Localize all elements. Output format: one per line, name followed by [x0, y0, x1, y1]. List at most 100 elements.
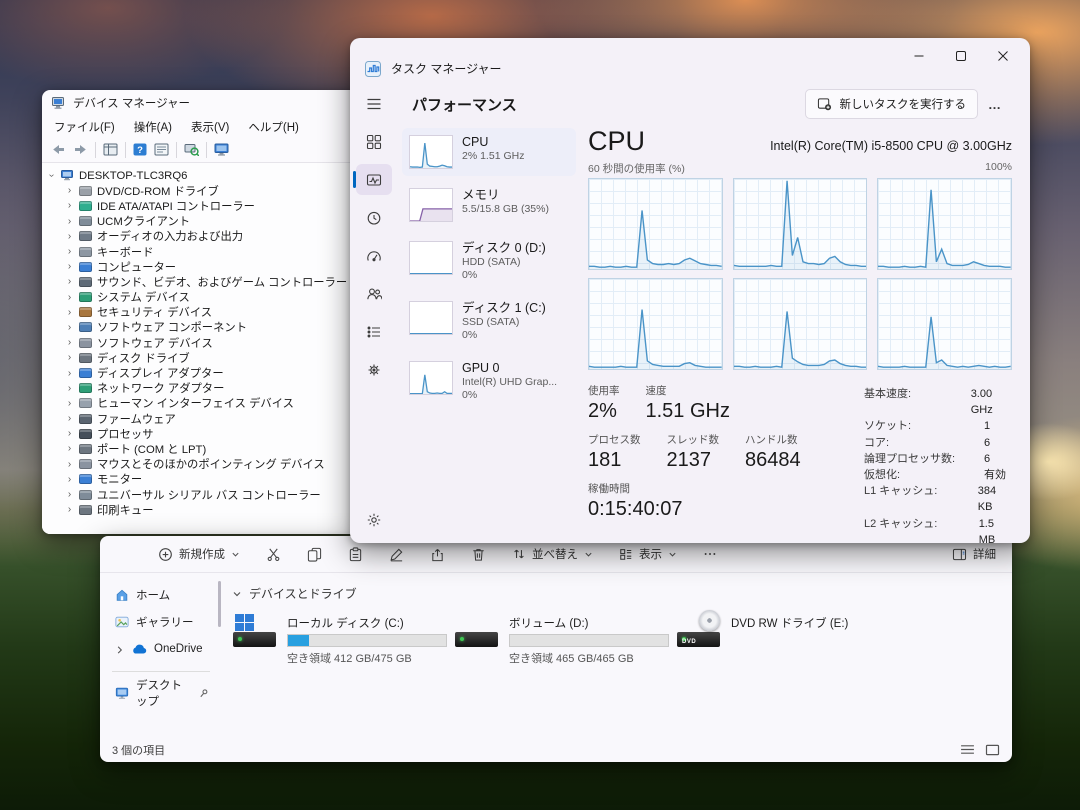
- scan-hardware-icon[interactable]: [184, 143, 199, 156]
- chevron-expanded-icon[interactable]: ›: [47, 171, 56, 180]
- chevron-collapsed-icon[interactable]: ›: [65, 338, 74, 347]
- tree-item[interactable]: ›ファームウェア: [47, 411, 375, 426]
- drive-item[interactable]: ボリューム (D:)空き領域 465 GB/465 GB: [454, 614, 676, 666]
- chevron-collapsed-icon[interactable]: ›: [65, 217, 74, 226]
- tree-root-row[interactable]: ›DESKTOP-TLC3RQ6: [47, 168, 375, 183]
- tree-item[interactable]: ›ディスプレイ アダプター: [47, 365, 375, 380]
- tree-item[interactable]: ›IDE ATA/ATAPI コントローラー: [47, 198, 375, 213]
- devices-and-drives-section-header[interactable]: デバイスとドライブ: [232, 585, 1002, 602]
- new-button[interactable]: 新規作成: [158, 546, 240, 562]
- close-icon[interactable]: [982, 41, 1024, 71]
- hamburger-icon[interactable]: [356, 88, 392, 119]
- properties-icon[interactable]: [154, 143, 169, 156]
- sidebar-item-デスクトップ[interactable]: デスクトップ: [112, 681, 212, 705]
- chevron-collapsed-icon[interactable]: ›: [65, 414, 74, 423]
- tree-item[interactable]: ›ユニバーサル シリアル バス コントローラー: [47, 487, 375, 502]
- chevron-collapsed-icon[interactable]: ›: [65, 353, 74, 362]
- logical-processor-graphs[interactable]: [588, 178, 1012, 370]
- chevron-collapsed-icon[interactable]: ›: [65, 460, 74, 469]
- help-icon[interactable]: ?: [133, 143, 147, 156]
- tree-item[interactable]: ›ディスク ドライブ: [47, 350, 375, 365]
- back-icon[interactable]: [51, 143, 66, 156]
- perf-item-GPU-0[interactable]: GPU 0Intel(R) UHD Grap...0%: [402, 354, 576, 409]
- list-view-icon[interactable]: [960, 744, 975, 755]
- cut-button[interactable]: [266, 547, 281, 562]
- tree-item[interactable]: ›DVD/CD-ROM ドライブ: [47, 183, 375, 198]
- chevron-collapsed-icon[interactable]: ›: [65, 505, 74, 514]
- copy-button[interactable]: [307, 547, 322, 562]
- chevron-collapsed-icon[interactable]: ›: [65, 262, 74, 271]
- tree-item[interactable]: ›サウンド、ビデオ、およびゲーム コントローラー: [47, 274, 375, 289]
- sidebar-services-icon[interactable]: [356, 354, 392, 385]
- sidebar-app-history-icon[interactable]: [356, 202, 392, 233]
- tree-item[interactable]: ›オーディオの入力および出力: [47, 229, 375, 244]
- tree-item[interactable]: ›ポート (COM と LPT): [47, 441, 375, 456]
- tree-item[interactable]: ›ソフトウェア デバイス: [47, 335, 375, 350]
- details-pane-button[interactable]: 詳細: [952, 546, 996, 562]
- tree-item[interactable]: ›マウスとそのほかのポインティング デバイス: [47, 457, 375, 472]
- menu-item-3[interactable]: ヘルプ(H): [248, 119, 298, 135]
- menu-item-1[interactable]: 操作(A): [134, 119, 172, 135]
- sidebar-details-icon[interactable]: [356, 316, 392, 347]
- delete-button[interactable]: [471, 547, 486, 562]
- chevron-right-icon[interactable]: [115, 645, 124, 654]
- chevron-collapsed-icon[interactable]: ›: [65, 444, 74, 453]
- paste-button[interactable]: [348, 547, 363, 562]
- tree-item[interactable]: ›ネットワーク アダプター: [47, 381, 375, 396]
- sidebar-scrollbar[interactable]: [218, 581, 221, 627]
- chevron-collapsed-icon[interactable]: ›: [65, 429, 74, 438]
- chevron-collapsed-icon[interactable]: ›: [65, 384, 74, 393]
- menu-item-2[interactable]: 表示(V): [191, 119, 229, 135]
- chevron-collapsed-icon[interactable]: ›: [65, 232, 74, 241]
- chevron-collapsed-icon[interactable]: ›: [65, 490, 74, 499]
- tree-item[interactable]: ›システム デバイス: [47, 290, 375, 305]
- perf-item-ディスク-1-(C:)[interactable]: ディスク 1 (C:)SSD (SATA)0%: [402, 294, 576, 349]
- share-icon[interactable]: [430, 547, 445, 562]
- sidebar-performance-icon[interactable]: [356, 164, 392, 195]
- rename-button[interactable]: [389, 547, 404, 562]
- sidebar-item-OneDrive[interactable]: OneDrive: [112, 637, 212, 661]
- chevron-collapsed-icon[interactable]: ›: [65, 293, 74, 302]
- sidebar-item-ホーム[interactable]: ホーム: [112, 583, 212, 607]
- drive-item[interactable]: ローカル ディスク (C:)空き領域 412 GB/475 GB: [232, 614, 454, 666]
- console-tree-icon[interactable]: [103, 143, 118, 156]
- chevron-collapsed-icon[interactable]: ›: [65, 201, 74, 210]
- sidebar-users-icon[interactable]: [356, 278, 392, 309]
- tree-item[interactable]: ›セキュリティ デバイス: [47, 305, 375, 320]
- sidebar-item-ギャラリー[interactable]: ギャラリー: [112, 610, 212, 634]
- tree-item[interactable]: ›プロセッサ: [47, 426, 375, 441]
- chevron-collapsed-icon[interactable]: ›: [65, 277, 74, 286]
- forward-icon[interactable]: [73, 143, 88, 156]
- sidebar-splitter[interactable]: [214, 573, 224, 737]
- chevron-collapsed-icon[interactable]: ›: [65, 475, 74, 484]
- task-manager-titlebar[interactable]: タスク マネージャー: [350, 38, 1030, 84]
- view-button[interactable]: 表示: [619, 546, 677, 562]
- device-manager-titlebar[interactable]: デバイス マネージャー: [42, 90, 375, 116]
- tree-item[interactable]: ›ヒューマン インターフェイス デバイス: [47, 396, 375, 411]
- drive-item[interactable]: DVDDVD RW ドライブ (E:): [676, 614, 896, 666]
- sidebar-processes-icon[interactable]: [356, 126, 392, 157]
- sidebar-startup-apps-icon[interactable]: [356, 240, 392, 271]
- maximize-icon[interactable]: [940, 41, 982, 71]
- settings-gear-icon[interactable]: [356, 504, 392, 535]
- more-menu-icon[interactable]: …: [978, 97, 1012, 112]
- perf-item-CPU[interactable]: CPU2% 1.51 GHz: [402, 128, 576, 176]
- chevron-collapsed-icon[interactable]: ›: [65, 308, 74, 317]
- chevron-collapsed-icon[interactable]: ›: [65, 399, 74, 408]
- tree-item[interactable]: ›ソフトウェア コンポーネント: [47, 320, 375, 335]
- chevron-collapsed-icon[interactable]: ›: [65, 323, 74, 332]
- run-new-task-button[interactable]: 新しいタスクを実行する: [805, 89, 979, 119]
- chevron-collapsed-icon[interactable]: ›: [65, 247, 74, 256]
- perf-item-メモリ[interactable]: メモリ5.5/15.8 GB (35%): [402, 181, 576, 229]
- tree-item[interactable]: ›コンピューター: [47, 259, 375, 274]
- minimize-icon[interactable]: [898, 41, 940, 71]
- chevron-collapsed-icon[interactable]: ›: [65, 369, 74, 378]
- menu-item-0[interactable]: ファイル(F): [54, 119, 115, 135]
- chevron-collapsed-icon[interactable]: ›: [65, 186, 74, 195]
- thumbnail-view-icon[interactable]: [985, 744, 1000, 756]
- tree-item[interactable]: ›モニター: [47, 472, 375, 487]
- tree-item[interactable]: ›印刷キュー: [47, 502, 375, 517]
- sort-button[interactable]: 並べ替え: [512, 546, 593, 562]
- perf-item-ディスク-0-(D:)[interactable]: ディスク 0 (D:)HDD (SATA)0%: [402, 234, 576, 289]
- tree-item[interactable]: ›UCMクライアント: [47, 214, 375, 229]
